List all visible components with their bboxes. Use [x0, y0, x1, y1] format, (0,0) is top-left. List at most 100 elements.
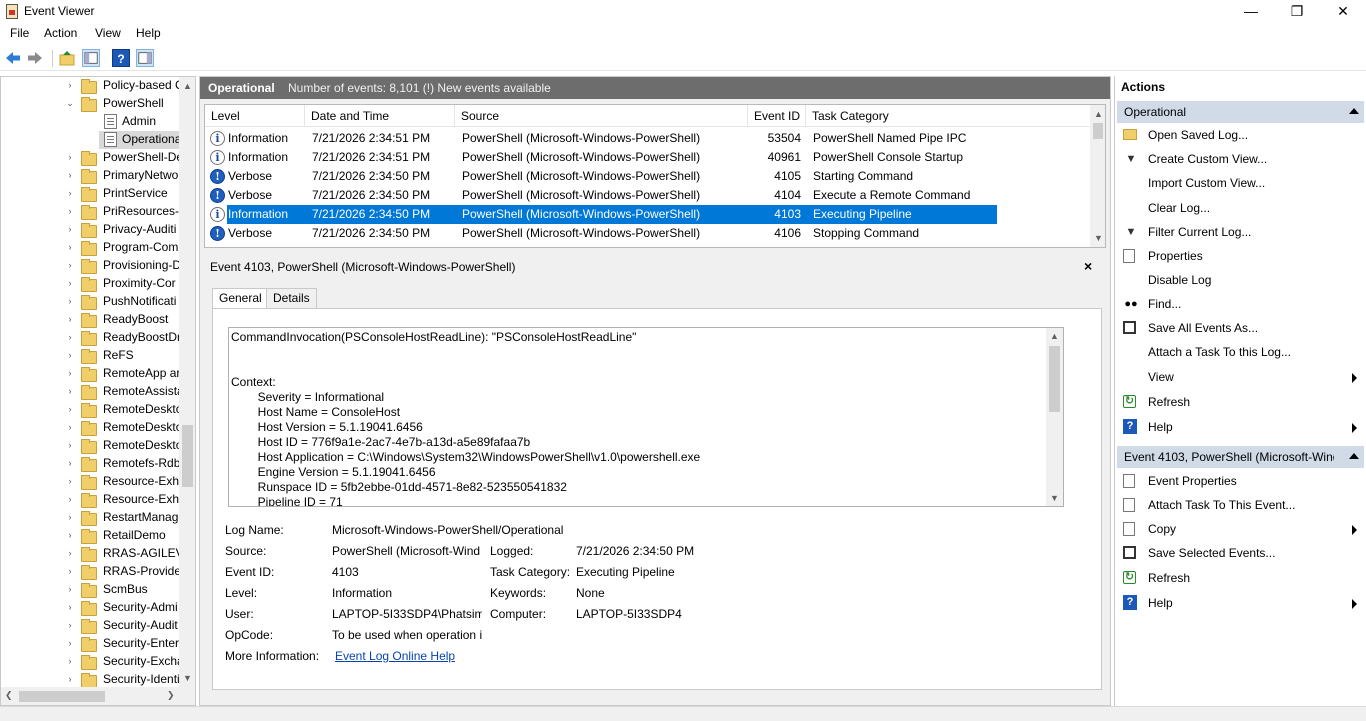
chevron-right-icon[interactable]: ›	[65, 566, 75, 576]
action-item[interactable]: ? Help	[1117, 416, 1364, 438]
tree-vertical-scroll-thumb[interactable]	[182, 425, 193, 487]
tree-item[interactable]: › RemoteDeskto	[1, 419, 179, 437]
chevron-right-icon[interactable]: ›	[65, 620, 75, 630]
chevron-down-icon[interactable]: ⌄	[65, 98, 75, 108]
chevron-right-icon[interactable]: ›	[65, 656, 75, 666]
scroll-up-arrow-icon[interactable]: ▲	[1094, 109, 1103, 119]
help-icon[interactable]: ?	[112, 49, 130, 67]
tree-item[interactable]: › Security-Excha	[1, 653, 179, 671]
column-header-level[interactable]: Level	[205, 105, 305, 127]
collapse-up-icon[interactable]	[1349, 108, 1359, 114]
action-item[interactable]: Save All Events As...	[1117, 317, 1364, 339]
tree-item[interactable]: › Resource-Exha	[1, 473, 179, 491]
tree-scroll-left-icon[interactable]: ❮	[5, 690, 13, 701]
tree-item[interactable]: › RetailDemo	[1, 527, 179, 545]
tree-item[interactable]: › Security-Enterp	[1, 635, 179, 653]
tree-item[interactable]: › RestartManage	[1, 509, 179, 527]
tab-details[interactable]: Details	[266, 288, 317, 309]
action-item[interactable]: Attach a Task To this Log...	[1117, 341, 1364, 363]
actions-section-header[interactable]: Operational	[1117, 101, 1364, 123]
action-item[interactable]: Clear Log...	[1117, 197, 1364, 219]
chevron-right-icon[interactable]: ›	[65, 386, 75, 396]
chevron-right-icon[interactable]: ›	[65, 278, 75, 288]
chevron-right-icon[interactable]: ›	[65, 296, 75, 306]
tree-item[interactable]: › PowerShell-De	[1, 149, 179, 167]
action-item[interactable]: ↻ Refresh	[1117, 567, 1364, 589]
column-header-date[interactable]: Date and Time	[305, 105, 455, 127]
chevron-right-icon[interactable]: ›	[65, 530, 75, 540]
chevron-right-icon[interactable]: ›	[65, 332, 75, 342]
tree-vertical-scrollbar[interactable]	[179, 77, 195, 687]
chevron-right-icon[interactable]: ›	[65, 314, 75, 324]
menu-file[interactable]: File	[10, 26, 29, 40]
action-item[interactable]: Save Selected Events...	[1117, 542, 1364, 564]
menu-view[interactable]: View	[95, 26, 121, 40]
tree-item[interactable]: › RemoteDeskto	[1, 437, 179, 455]
maximize-button[interactable]: ❐	[1274, 0, 1320, 24]
action-item[interactable]: Disable Log	[1117, 269, 1364, 291]
tree-item[interactable]: › RemoteApp ar	[1, 365, 179, 383]
chevron-right-icon[interactable]: ›	[65, 638, 75, 648]
chevron-right-icon[interactable]: ›	[65, 476, 75, 486]
message-scroll-up-icon[interactable]: ▲	[1050, 331, 1059, 341]
chevron-right-icon[interactable]: ›	[65, 494, 75, 504]
tree-item[interactable]: › Proximity-Cor	[1, 275, 179, 293]
tab-general[interactable]: General	[212, 288, 269, 310]
action-item[interactable]: View	[1117, 366, 1364, 388]
action-item[interactable]: ▼ Filter Current Log...	[1117, 221, 1364, 243]
tree-item[interactable]: › ScmBus	[1, 581, 179, 599]
chevron-right-icon[interactable]: ›	[65, 188, 75, 198]
action-item[interactable]: Attach Task To This Event...	[1117, 494, 1364, 516]
message-scroll-thumb[interactable]	[1049, 346, 1060, 412]
event-row[interactable]: ! Verbose 7/21/2026 2:34:50 PM PowerShell (…	[205, 167, 1091, 186]
tree-item[interactable]: › Policy-based C	[1, 77, 179, 95]
chevron-right-icon[interactable]: ›	[65, 422, 75, 432]
chevron-right-icon[interactable]: ›	[65, 170, 75, 180]
chevron-right-icon[interactable]: ›	[65, 242, 75, 252]
chevron-right-icon[interactable]: ›	[65, 224, 75, 234]
action-item[interactable]: ●● Find...	[1117, 293, 1364, 315]
action-item[interactable]: Copy	[1117, 518, 1364, 540]
chevron-right-icon[interactable]: ›	[65, 674, 75, 684]
forward-arrow-icon[interactable]	[26, 49, 44, 67]
tree-item[interactable]: › PushNotificati	[1, 293, 179, 311]
tree-item[interactable]: › Remotefs-Rdb	[1, 455, 179, 473]
chevron-right-icon[interactable]: ›	[65, 152, 75, 162]
tree-item[interactable]: › ReadyBoostDri	[1, 329, 179, 347]
chevron-right-icon[interactable]: ›	[65, 206, 75, 216]
tree-item[interactable]: › Security-Audit	[1, 617, 179, 635]
chevron-right-icon[interactable]: ›	[65, 458, 75, 468]
tree-item[interactable]: › Resource-Exha	[1, 491, 179, 509]
tree-item[interactable]: › Provisioning-D	[1, 257, 179, 275]
tree-item[interactable]: Admin	[1, 113, 179, 131]
event-log-online-help-link[interactable]: Event Log Online Help	[335, 649, 455, 663]
tree-item[interactable]: › Program-Com	[1, 239, 179, 257]
action-item[interactable]: Properties	[1117, 245, 1364, 267]
show-hide-console-tree-icon[interactable]	[82, 49, 100, 67]
event-list-scroll-thumb[interactable]	[1093, 123, 1103, 139]
tree-item[interactable]: ⌄ PowerShell	[1, 95, 179, 113]
tree-item[interactable]: › Security-Admi	[1, 599, 179, 617]
column-header-source[interactable]: Source	[455, 105, 748, 127]
tree-item[interactable]: Operational	[1, 131, 179, 149]
message-scroll-down-icon[interactable]: ▼	[1050, 493, 1059, 503]
action-item[interactable]: ? Help	[1117, 592, 1364, 614]
up-one-level-icon[interactable]	[58, 49, 76, 67]
action-item[interactable]: Event Properties	[1117, 470, 1364, 492]
event-message-box[interactable]: Pipeline ID = 71 Runspace ID = 5fb2ebbe-…	[228, 327, 1064, 507]
event-row[interactable]: i Information 7/21/2026 2:34:50 PM PowerShe…	[205, 205, 1091, 224]
minimize-button[interactable]: —	[1228, 0, 1274, 24]
tree-item[interactable]: › RemoteAssista	[1, 383, 179, 401]
tree-scroll-right-icon[interactable]: ❯	[167, 690, 175, 701]
tree-item[interactable]: › PrintService	[1, 185, 179, 203]
close-window-button[interactable]: ✕	[1320, 0, 1366, 24]
action-item[interactable]: Open Saved Log...	[1117, 124, 1364, 146]
tree-item[interactable]: › RemoteDeskto	[1, 401, 179, 419]
back-arrow-icon[interactable]	[4, 49, 22, 67]
chevron-right-icon[interactable]: ›	[65, 80, 75, 90]
chevron-right-icon[interactable]: ›	[65, 440, 75, 450]
chevron-right-icon[interactable]: ›	[65, 350, 75, 360]
menu-action[interactable]: Action	[44, 26, 77, 40]
action-item[interactable]: Import Custom View...	[1117, 172, 1364, 194]
tree-item[interactable]: › Privacy-Auditi	[1, 221, 179, 239]
